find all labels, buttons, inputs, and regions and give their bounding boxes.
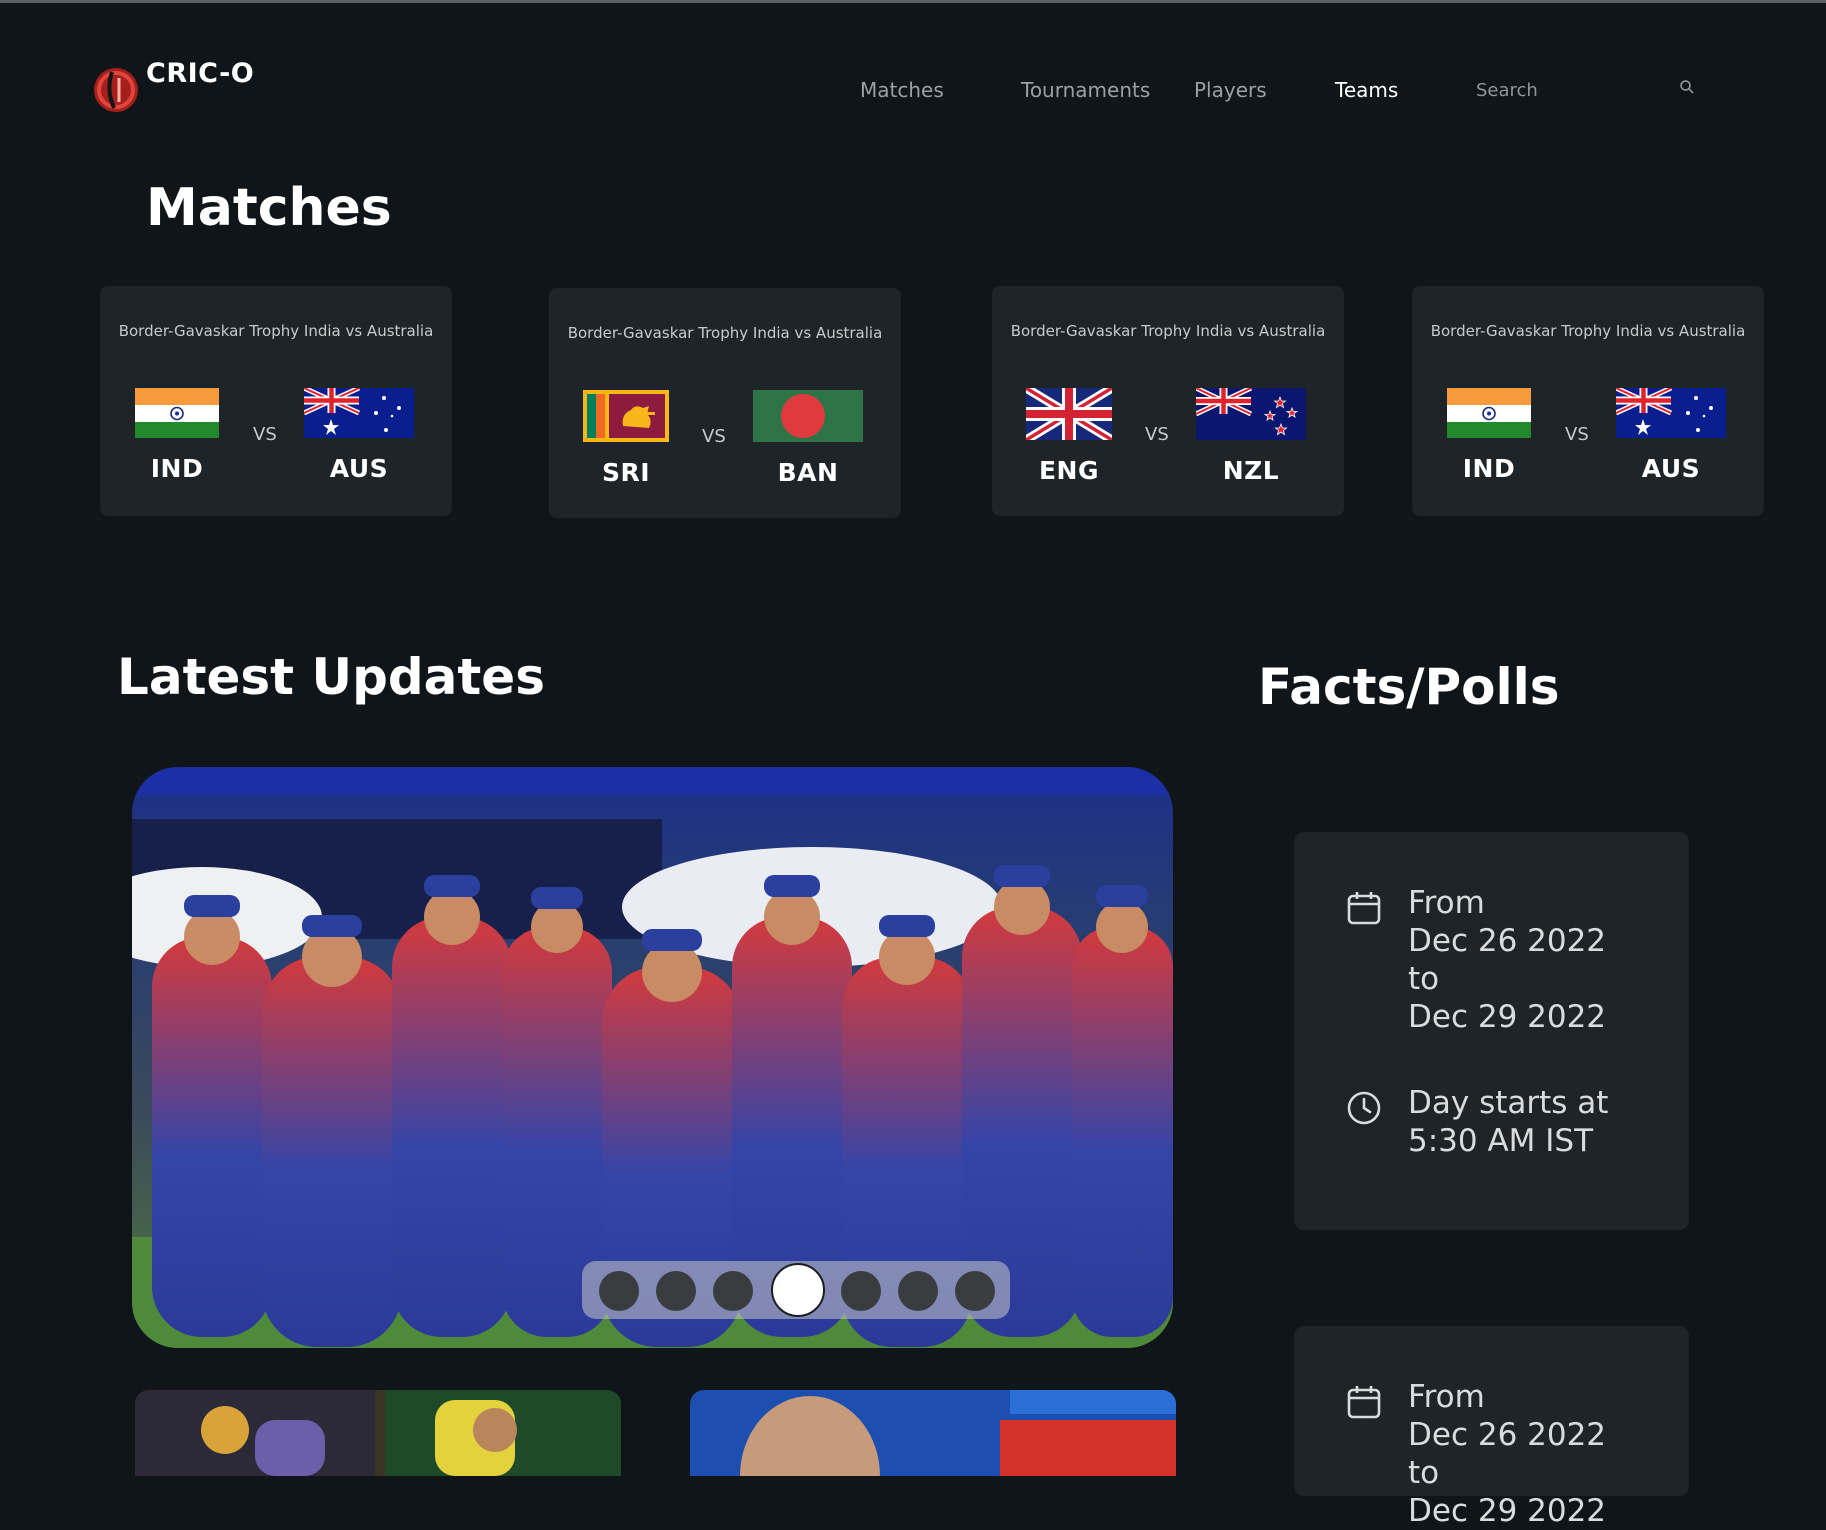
from-label: From xyxy=(1408,885,1485,921)
match-card[interactable]: Border-Gavaskar Trophy India vs Australi… xyxy=(1412,286,1764,516)
calendar-icon xyxy=(1347,892,1381,925)
carousel-dot[interactable] xyxy=(841,1271,881,1311)
match-card[interactable]: Border-Gavaskar Trophy India vs Australi… xyxy=(992,286,1344,516)
time-line-1: Day starts at xyxy=(1408,1085,1609,1121)
brand-logo[interactable]: CRIC-O xyxy=(92,58,254,114)
time-line-2: 5:30 AM IST xyxy=(1408,1123,1594,1159)
live-score-image xyxy=(690,1390,1176,1476)
nav-item-tournaments[interactable]: Tournaments xyxy=(1021,78,1150,102)
match-title: Border-Gavaskar Trophy India vs Australi… xyxy=(1010,322,1326,340)
team-away: AUS xyxy=(304,388,414,483)
carousel-dot[interactable] xyxy=(713,1271,753,1311)
fact-start-time: Day starts at 5:30 AM IST xyxy=(1346,1084,1608,1160)
team-away: AUS xyxy=(1616,388,1726,483)
fact-card[interactable]: From Dec 26 2022 to Dec 29 2022 Day star… xyxy=(1294,832,1689,1230)
from-date: Dec 26 2022 xyxy=(1408,923,1607,959)
from-date: Dec 26 2022 xyxy=(1408,1417,1607,1453)
team-code: AUS xyxy=(329,454,389,483)
window-top-border xyxy=(0,0,1826,3)
nav-item-players[interactable]: Players xyxy=(1194,78,1267,102)
new-zealand-flag-icon xyxy=(1196,388,1306,440)
clock-icon xyxy=(1347,1091,1381,1125)
vs-label: VS xyxy=(1565,424,1589,445)
uk-flag-icon xyxy=(1026,388,1112,440)
nav-item-matches[interactable]: Matches xyxy=(860,78,944,102)
to-label: to xyxy=(1408,1455,1440,1491)
team-away: NZL xyxy=(1196,388,1306,485)
team-home: SRI xyxy=(571,390,681,487)
from-label: From xyxy=(1408,1379,1485,1415)
team-home: IND xyxy=(1434,388,1544,483)
carousel-dot[interactable] xyxy=(599,1271,639,1311)
to-date: Dec 29 2022 xyxy=(1408,1493,1607,1529)
india-flag-icon xyxy=(1447,388,1531,438)
team-code: AUS xyxy=(1641,454,1701,483)
update-thumbnail[interactable] xyxy=(690,1390,1176,1476)
match-title: Border-Gavaskar Trophy India vs Australi… xyxy=(567,324,883,342)
india-flag-icon xyxy=(135,388,219,438)
search-icon[interactable] xyxy=(1679,79,1695,95)
team-home: ENG xyxy=(1014,388,1124,485)
team-code: IND xyxy=(1462,454,1516,483)
players-photo-image xyxy=(135,1390,621,1476)
carousel-dot[interactable] xyxy=(955,1271,995,1311)
vs-label: VS xyxy=(1145,424,1169,445)
brand-name: CRIC-O xyxy=(146,58,255,89)
facts-polls-heading: Facts/Polls xyxy=(1258,658,1560,716)
carousel-dot-active[interactable] xyxy=(771,1263,825,1317)
matches-heading: Matches xyxy=(146,178,392,238)
updates-carousel[interactable] xyxy=(132,767,1173,1348)
carousel-dots xyxy=(582,1261,1010,1319)
search-box xyxy=(1476,74,1702,106)
fact-card[interactable]: From Dec 26 2022 to Dec 29 2022 xyxy=(1294,1326,1689,1529)
team-code: IND xyxy=(150,454,204,483)
nav-item-teams[interactable]: Teams xyxy=(1335,78,1398,102)
match-card[interactable]: Border-Gavaskar Trophy India vs Australi… xyxy=(549,288,901,518)
latest-updates-heading: Latest Updates xyxy=(117,648,545,706)
logo-icon xyxy=(94,68,138,112)
update-thumbnail[interactable] xyxy=(135,1390,621,1476)
match-card[interactable]: Border-Gavaskar Trophy India vs Australi… xyxy=(100,286,452,516)
vs-label: VS xyxy=(253,424,277,445)
team-code: SRI xyxy=(601,458,651,487)
team-away: BAN xyxy=(753,390,863,487)
to-label: to xyxy=(1408,961,1440,997)
australia-flag-icon xyxy=(1616,388,1726,438)
sri-lanka-flag-icon xyxy=(583,390,669,442)
match-title: Border-Gavaskar Trophy India vs Australi… xyxy=(118,322,434,340)
vs-label: VS xyxy=(702,426,726,447)
australia-flag-icon xyxy=(304,388,414,438)
carousel-dot[interactable] xyxy=(656,1271,696,1311)
search-input[interactable] xyxy=(1476,74,1666,106)
team-code: ENG xyxy=(1038,456,1100,485)
team-code: BAN xyxy=(777,458,839,487)
team-code: NZL xyxy=(1222,456,1280,485)
fact-date-range: From Dec 26 2022 to Dec 29 2022 xyxy=(1346,884,1606,1036)
fact-date-range: From Dec 26 2022 to Dec 29 2022 xyxy=(1346,1378,1606,1530)
team-home: IND xyxy=(122,388,232,483)
match-title: Border-Gavaskar Trophy India vs Australi… xyxy=(1430,322,1746,340)
carousel-dot[interactable] xyxy=(898,1271,938,1311)
bangladesh-flag-icon xyxy=(753,390,863,442)
to-date: Dec 29 2022 xyxy=(1408,999,1607,1035)
calendar-icon xyxy=(1347,1386,1381,1419)
